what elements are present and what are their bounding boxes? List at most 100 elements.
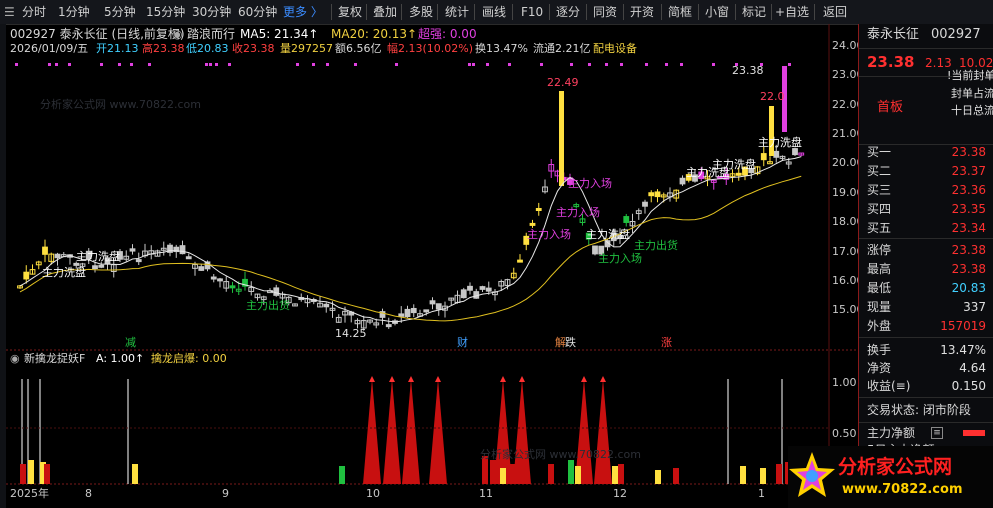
bid-value: 23.35: [951, 202, 986, 216]
label-wash: 主力洗盘: [712, 158, 756, 171]
float-shares: 流通2.21亿: [533, 42, 591, 55]
candle-body: [429, 300, 436, 305]
btn-multi-stock[interactable]: 多股: [409, 3, 433, 21]
signal-dot: [712, 63, 715, 66]
panel-note-ratio: 封单占流: [951, 87, 993, 100]
sub-bar: [568, 460, 574, 484]
bar-low: 低20.83: [186, 42, 229, 55]
stat2-value: 4.64: [959, 361, 986, 375]
signal-dot: [680, 63, 683, 66]
sub-bar: [618, 464, 624, 484]
btn-fuquan[interactable]: 复权: [338, 3, 362, 21]
tab-more[interactable]: 更多 〉: [283, 3, 323, 21]
btn-mark[interactable]: 标记: [742, 3, 766, 21]
logo-text: 分析家公式网: [838, 456, 953, 478]
spike-arrow: [500, 376, 506, 382]
label-chuhuo: 主力出货: [634, 239, 678, 252]
spike-arrow: [600, 376, 606, 382]
sub-axis-tick: 1.00: [832, 376, 857, 389]
tab-60min[interactable]: 60分钟: [238, 3, 277, 21]
toolbar-divider: [814, 4, 815, 20]
spike-arrow: [519, 376, 525, 382]
bid-value: 23.38: [951, 145, 986, 159]
bid-label: 买四: [867, 202, 892, 216]
marker-die[interactable]: 跌: [565, 336, 576, 350]
candle-body: [485, 287, 492, 292]
candle-body: [129, 248, 136, 252]
site-logo: 分析家公式网 www.70822.com: [788, 446, 993, 508]
qilong-spike: [363, 379, 381, 484]
btn-overlay[interactable]: 叠加: [373, 3, 397, 21]
signal-dot: [645, 63, 648, 66]
sub-indicator-bars: [6, 376, 829, 484]
sub-bar: [548, 464, 554, 484]
bar-date: 2026/01/09/五: [10, 42, 89, 55]
label-wash: 主力洗盘: [586, 228, 630, 241]
btn-f10[interactable]: F10: [521, 3, 543, 21]
marker-zhang[interactable]: 涨: [661, 336, 672, 350]
tab-1min[interactable]: 1分钟: [58, 3, 90, 21]
stat-label: 外盘: [867, 319, 892, 333]
bar-change: 幅2.13(10.02%): [387, 42, 474, 55]
marker-cai[interactable]: 财: [457, 336, 468, 350]
sub-bar: [20, 464, 26, 484]
signal-dot: [296, 63, 299, 66]
candle-body: [198, 266, 205, 271]
tab-30min[interactable]: 30分钟: [192, 3, 231, 21]
tab-intraday[interactable]: 分时: [22, 3, 46, 21]
toolbar-divider: [623, 4, 624, 20]
sub-bar: [490, 460, 496, 484]
tab-15min[interactable]: 15分钟: [146, 3, 185, 21]
signal-dot: [312, 63, 315, 66]
toolbar-divider: [331, 4, 332, 20]
indicator-dropdown-icon[interactable]: ◉: [172, 27, 182, 41]
btn-zhufen[interactable]: 逐分: [556, 3, 580, 21]
spike-arrow: [408, 376, 414, 382]
btn-back[interactable]: 返回: [823, 3, 847, 21]
signal-dot: [215, 63, 218, 66]
label-wash: 主力洗盘: [42, 266, 86, 279]
btn-stats[interactable]: 统计: [445, 3, 469, 21]
candle-body: [385, 324, 392, 328]
candle-body: [460, 289, 467, 299]
sub-bar: [655, 470, 661, 484]
candle-body: [679, 177, 686, 185]
marker-jian[interactable]: 减: [125, 336, 136, 350]
candle-body: [92, 265, 98, 270]
time-tick: 8: [85, 487, 92, 500]
candle-body: [559, 91, 564, 186]
stock-code-title: 002927 泰永长征 (日线,前复权): [10, 27, 185, 41]
toolbar-divider: [512, 4, 513, 20]
candle-body: [217, 278, 223, 282]
indicator-name[interactable]: 踏浪而行: [187, 27, 235, 41]
net-flow-label[interactable]: 主力净额: [867, 425, 915, 441]
signal-dot: [620, 63, 623, 66]
btn-tongzi[interactable]: 同资: [593, 3, 617, 21]
btn-add-watchlist[interactable]: +自选: [775, 3, 809, 21]
candle-body: [735, 172, 742, 176]
btn-kaizi[interactable]: 开资: [630, 3, 654, 21]
sub-indicator-title[interactable]: 新擒龙捉妖F: [24, 352, 85, 366]
sector-name[interactable]: 配电设备: [593, 42, 637, 56]
panel-note-seal: !当前封单: [947, 69, 993, 82]
sub-indicator-icon[interactable]: ◉: [10, 352, 20, 366]
btn-jiankuang[interactable]: 简框: [668, 3, 692, 21]
btn-small-window[interactable]: 小窗: [705, 3, 729, 21]
net-flow-table-icon[interactable]: ≡: [931, 427, 943, 439]
candle-body: [773, 150, 780, 158]
kline-chart-svg[interactable]: [0, 24, 858, 508]
label-ruchang: 主力入场: [568, 177, 612, 190]
bid-value: 23.37: [951, 164, 986, 178]
candle-body: [410, 307, 417, 314]
top-price-label: 23.38: [732, 64, 764, 77]
tab-5min[interactable]: 5分钟: [104, 3, 136, 21]
candle-body: [135, 259, 142, 263]
sub-bar: [760, 468, 766, 484]
time-tick: 2025年: [10, 487, 49, 500]
candle-body: [229, 285, 236, 289]
menu-grid-icon[interactable]: ☰: [4, 3, 15, 21]
watermark-text: 分析家公式网 www.70822.com: [40, 98, 201, 111]
btn-draw-line[interactable]: 画线: [482, 3, 506, 21]
stat-value: 20.83: [951, 281, 986, 295]
ma20-line: [19, 175, 802, 322]
